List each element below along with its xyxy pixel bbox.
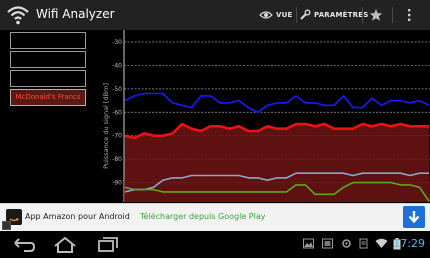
ad-info-icon[interactable] — [2, 221, 11, 230]
screenshot-notification-icon — [322, 238, 333, 249]
network-slot[interactable] — [10, 51, 86, 68]
separator — [362, 7, 363, 23]
favorite-button[interactable] — [369, 0, 383, 30]
view-button[interactable]: VUE — [259, 0, 292, 30]
notification-icon — [359, 238, 368, 249]
highlight-fill — [124, 124, 430, 202]
eye-icon — [259, 11, 273, 19]
y-tick-label: -40 — [112, 62, 122, 69]
wrench-icon — [300, 9, 311, 20]
settings-notification-icon — [342, 239, 351, 248]
settings-button-label: PARAMÈTRES — [314, 11, 369, 19]
system-bar: 17:29 — [0, 231, 430, 258]
y-axis-label: Puissance du signal [dBm] — [102, 83, 110, 169]
y-tick-label: -60 — [112, 109, 122, 116]
gallery-notification-icon — [303, 238, 314, 249]
y-tick-label: -30 — [112, 39, 122, 46]
separator — [296, 7, 297, 23]
wifi-app-icon — [7, 6, 29, 25]
back-icon[interactable] — [10, 235, 36, 255]
ad-title: App Amazon pour Android — [25, 212, 130, 221]
view-button-label: VUE — [276, 11, 293, 19]
app-title: Wifi Analyzer — [36, 7, 115, 21]
y-tick-label: -90 — [112, 180, 122, 187]
recent-apps-icon[interactable] — [95, 235, 121, 255]
download-arrow-icon — [408, 211, 420, 224]
download-button[interactable] — [403, 206, 425, 228]
y-tick-label: -70 — [112, 133, 122, 140]
highlight-area — [124, 124, 430, 202]
network-list-panel: McDonald's Francs — [0, 30, 98, 202]
separator — [392, 7, 393, 23]
network-slot[interactable] — [10, 32, 86, 49]
network-slot[interactable] — [10, 70, 86, 87]
settings-button[interactable]: PARAMÈTRES — [299, 0, 368, 30]
signal-strength-chart: Puissance du signal [dBm] -30 -40 -50 -60 -7… — [98, 30, 430, 202]
ad-subtitle: Télécharger depuis Google Play — [140, 212, 266, 221]
star-icon — [369, 9, 383, 21]
action-bar: Wifi Analyzer VUE PARAMÈTRES — [0, 0, 430, 31]
y-tick-label: -50 — [112, 86, 122, 93]
ad-banner[interactable]: App Amazon pour Android Télécharger depu… — [0, 203, 430, 231]
home-icon[interactable] — [52, 235, 78, 255]
clock: 17:29 — [393, 237, 425, 250]
y-tick-label: -80 — [112, 156, 122, 163]
network-slot-selected[interactable]: McDonald's Francs — [10, 89, 86, 106]
more-vertical-icon — [408, 9, 411, 21]
overflow-menu-button[interactable] — [406, 0, 412, 30]
wifi-signal-icon — [375, 238, 388, 248]
